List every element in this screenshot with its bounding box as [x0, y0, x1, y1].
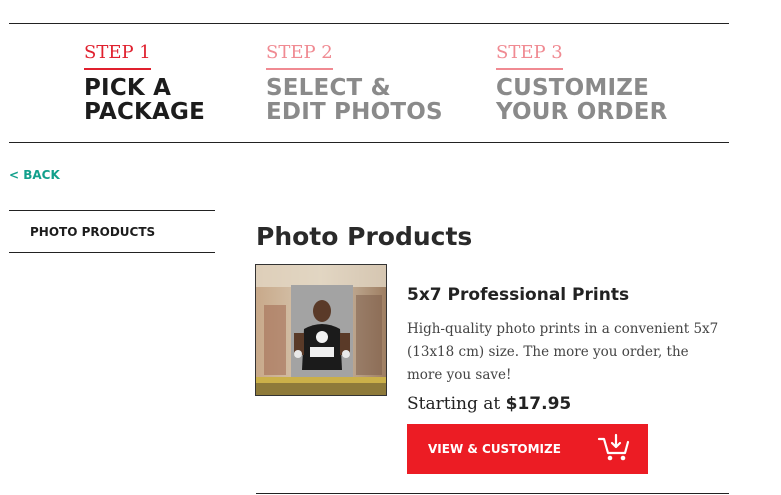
step-number: STEP 3: [496, 40, 563, 70]
step-number: STEP 2: [266, 40, 333, 70]
step-3: STEP 3 CUSTOMIZE YOUR ORDER: [496, 40, 668, 124]
step-title: SELECT & EDIT PHOTOS: [266, 76, 443, 124]
step-title-line: PACKAGE: [84, 99, 206, 125]
price-line: Starting at $17.95: [407, 394, 571, 414]
step-title-line: SELECT &: [266, 75, 391, 101]
product-image[interactable]: [255, 264, 387, 396]
runner-photo: [256, 265, 386, 395]
step-title-line: EDIT PHOTOS: [266, 99, 443, 125]
step-title-line: PICK A: [84, 75, 172, 101]
sidebar-bottom-rule: [9, 252, 215, 253]
step-1: STEP 1 PICK A PACKAGE: [84, 40, 205, 124]
product-description: High-quality photo prints in a convenien…: [407, 321, 719, 383]
header-bottom-rule: [9, 142, 729, 143]
header-top-rule: [9, 23, 729, 24]
step-title-line: YOUR ORDER: [496, 99, 668, 125]
cta-label: VIEW & CUSTOMIZE: [428, 442, 561, 456]
product-bottom-rule: [256, 493, 729, 494]
step-number: STEP 1: [84, 40, 151, 70]
price-prefix: Starting at: [407, 394, 501, 414]
step-title: CUSTOMIZE YOUR ORDER: [496, 76, 668, 124]
price-value: $17.95: [505, 394, 572, 414]
page-title: Photo Products: [256, 222, 473, 251]
cart-add-icon: [597, 433, 631, 466]
back-link[interactable]: < BACK: [9, 168, 60, 182]
step-title: PICK A PACKAGE: [84, 76, 205, 124]
view-customize-button[interactable]: VIEW & CUSTOMIZE: [407, 424, 648, 474]
sidebar-item-photo-products[interactable]: PHOTO PRODUCTS: [30, 225, 155, 239]
step-title-line: CUSTOMIZE: [496, 75, 649, 101]
product-name[interactable]: 5x7 Professional Prints: [407, 285, 629, 305]
sidebar-top-rule: [9, 210, 215, 211]
step-2: STEP 2 SELECT & EDIT PHOTOS: [266, 40, 443, 124]
